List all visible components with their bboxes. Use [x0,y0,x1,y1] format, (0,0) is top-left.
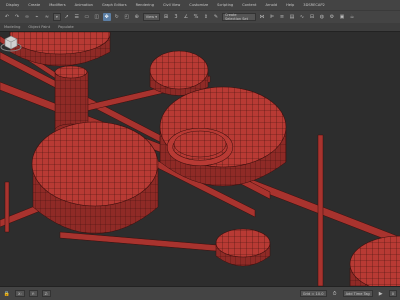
curve-editor-icon[interactable]: ∿ [298,13,306,21]
link-icon[interactable]: ∞ [23,13,31,21]
pivot-icon[interactable]: ⊞ [162,13,170,21]
menu-customize[interactable]: Customize [185,3,213,7]
tab-object-paint[interactable]: Object Paint [28,25,50,29]
pipe-vertical-right [317,134,324,286]
menu-bar: Display Create Modifiers Animation Graph… [0,0,400,10]
frame-value: 0 [391,291,394,296]
cylinder-small-bottom [215,228,271,267]
bind-icon[interactable]: ≈ [43,13,51,21]
menu-rendering[interactable]: Rendering [132,3,159,7]
add-time-tag-label: Add Time Tag [345,291,370,296]
grid-label: Grid = 10.0 [302,291,324,296]
move-icon[interactable]: ✥ [102,13,111,21]
ribbon-tabs: Modeling Object Paint Populate [0,23,400,32]
add-time-tag-button[interactable]: Add Time Tag [342,290,373,297]
selection-set-dropdown[interactable]: Create Selection Set [221,13,256,21]
unlink-icon[interactable]: ⌁ [33,13,41,21]
viewcube-icon[interactable] [0,32,22,54]
edit-named-icon[interactable]: ✎ [212,13,220,21]
menu-display[interactable]: Display [2,3,24,7]
pipe-left-vertical [4,181,10,233]
scene-geometry [0,32,400,286]
coordinate-y-field[interactable]: Y: [28,290,38,297]
menu-arnold[interactable]: Arnold [261,3,282,7]
coordinate-z-field[interactable]: Z: [41,290,52,297]
view-dropdown-label: View [145,15,155,19]
render-frame-icon[interactable]: ▣ [338,13,346,21]
select-by-name-icon[interactable]: ☰ [73,13,81,21]
spinner-snap-icon[interactable]: ⇕ [202,13,210,21]
menu-graph-editors[interactable]: Graph Editors [98,3,132,7]
tab-modeling[interactable]: Modeling [4,25,20,29]
cylinder-bottom-right [349,235,400,286]
schematic-icon[interactable]: ⊟ [308,13,316,21]
render-icon[interactable]: ☕ [348,13,356,21]
undo-icon[interactable]: ↶ [3,13,11,21]
scale-icon[interactable]: ◰ [123,13,131,21]
status-bar: 🔒 X: Y: Z: Grid = 10.0 ⏱ Add Time Tag ▶ … [0,286,400,300]
cylinder-small-top [149,50,209,96]
lock-selection-icon[interactable]: 🔒 [3,290,11,298]
perspective-viewport[interactable] [0,32,400,286]
menu-scripting[interactable]: Scripting [213,3,238,7]
graphite-icon[interactable]: ▤ [288,13,296,21]
redo-icon[interactable]: ↷ [13,13,21,21]
pipe-bottom [59,231,241,254]
window-crossing-icon[interactable]: ◫ [93,13,101,21]
play-icon[interactable]: ▶ [377,290,385,298]
menu-civil-view[interactable]: Civil View [159,3,185,7]
align-icon[interactable]: ⊫ [268,13,276,21]
selection-set-label: Create Selection Set [224,13,248,21]
reference-coordinate-dropdown[interactable]: View ▾ [142,13,160,21]
main-toolbar: ↶ ↷ ∞ ⌁ ≈ ▾ ➚ ☰ ▭ ◫ ✥ ↻ ◰ ⊕ View ▾ ⊞ 3 ∠… [0,10,400,23]
selection-filter-dropdown[interactable]: ▾ [53,13,61,21]
render-setup-icon[interactable]: ⚙ [328,13,336,21]
angle-snap-icon[interactable]: ∠ [182,13,190,21]
menu-animation[interactable]: Animation [71,3,98,7]
select-icon[interactable]: ➚ [63,13,71,21]
percent-snap-icon[interactable]: % [192,13,200,21]
menu-create[interactable]: Create [24,3,45,7]
rect-select-icon[interactable]: ▭ [83,13,91,21]
menu-help[interactable]: Help [282,3,299,7]
cylinder-top-left [9,32,111,67]
coordinate-x-field[interactable]: X: [15,290,25,297]
place-icon[interactable]: ⊕ [133,13,141,21]
snap-icon[interactable]: 3 [172,13,180,21]
tab-populate[interactable]: Populate [58,25,74,29]
cylinder-large-front [31,121,159,234]
frame-field[interactable]: 0 [388,290,397,297]
rotate-icon[interactable]: ↻ [113,13,121,21]
menu-content[interactable]: Content [238,3,261,7]
material-editor-icon[interactable]: ◍ [318,13,326,21]
menu-modifiers[interactable]: Modifiers [45,3,70,7]
mirror-icon[interactable]: ⋈ [258,13,266,21]
menu-3dsrecap[interactable]: 3DSRECAP2 [299,3,330,7]
time-tag-icon[interactable]: ⏱ [331,290,339,298]
layer-icon[interactable]: ≡ [278,13,286,21]
grid-readout: Grid = 10.0 [299,290,327,297]
